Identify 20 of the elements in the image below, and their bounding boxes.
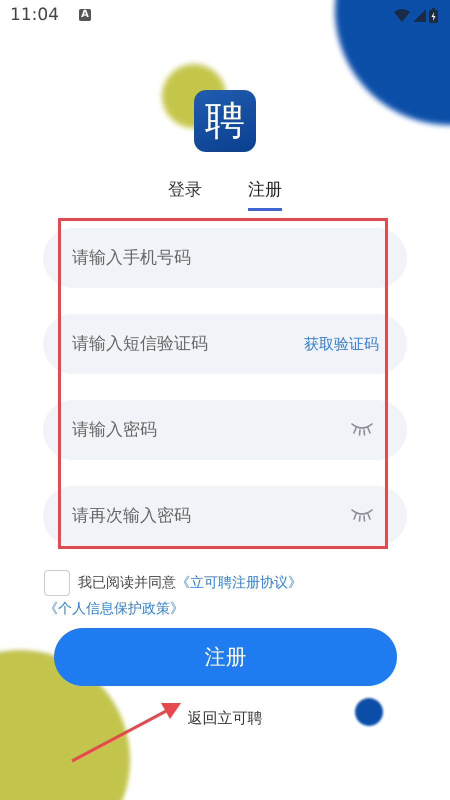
agreement-link[interactable]: 《立可聘注册协议》 bbox=[176, 575, 302, 591]
wifi-icon bbox=[394, 8, 410, 22]
tab[interactable]: 登录 bbox=[168, 174, 202, 211]
notification-icon: A bbox=[79, 9, 91, 21]
get-code-button[interactable]: 获取验证码 bbox=[304, 333, 379, 355]
signal-icon bbox=[413, 8, 426, 22]
input-field[interactable]: 请再次输入密码 bbox=[43, 486, 407, 546]
eye-closed-icon[interactable] bbox=[351, 508, 373, 522]
agreement-link[interactable]: 《个人信息保护政策》 bbox=[44, 601, 184, 617]
decor-circle bbox=[355, 698, 383, 726]
eye-closed-icon[interactable] bbox=[351, 422, 373, 436]
register-button[interactable]: 注册 bbox=[54, 628, 397, 686]
input-field[interactable]: 请输入密码 bbox=[43, 400, 407, 460]
input-field[interactable]: 请输入手机号码 bbox=[43, 228, 407, 288]
battery-icon bbox=[429, 8, 438, 22]
clock-text: 11:04 bbox=[10, 5, 59, 25]
app-logo: 聘 bbox=[194, 90, 256, 152]
agree-checkbox[interactable] bbox=[44, 570, 70, 596]
tab[interactable]: 注册 bbox=[248, 174, 282, 211]
back-link[interactable]: 返回立可聘 bbox=[188, 708, 262, 728]
